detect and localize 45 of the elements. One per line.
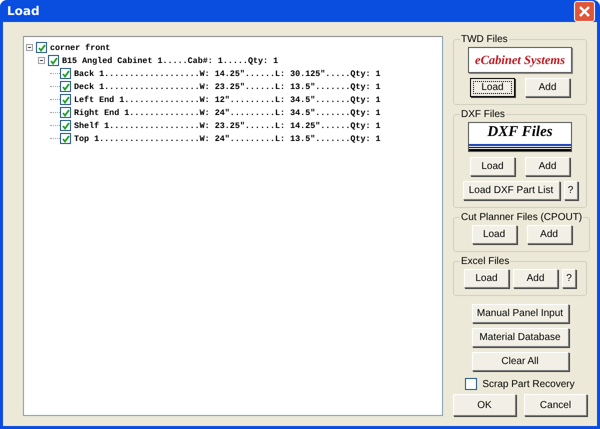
close-button[interactable] [574, 0, 595, 22]
button[interactable]: Manual Panel Input [472, 304, 568, 323]
button[interactable]: Add [525, 78, 570, 97]
button[interactable]: Load DXF Part List [462, 181, 560, 200]
checkbox[interactable] [48, 55, 59, 66]
checkbox[interactable] [60, 68, 71, 79]
tree-item[interactable]: Right End 1..............W: 24".........L: 34.5".......Qty: 1 [74, 108, 381, 118]
logo: DXF Files [468, 122, 572, 152]
checkbox[interactable] [465, 378, 478, 390]
button[interactable]: Load [470, 78, 515, 97]
tree-item[interactable]: Left End 1...............W: 12".........L: 34.5".......Qty: 1 [74, 94, 381, 104]
button[interactable]: Add [525, 157, 570, 176]
help-button[interactable]: ? [564, 181, 578, 200]
button[interactable]: Add [526, 225, 572, 244]
close-icon [578, 4, 591, 18]
checkbox[interactable] [60, 107, 71, 118]
group-title: Excel Files [460, 256, 510, 267]
button[interactable]: Load [470, 157, 515, 176]
button[interactable]: OK [453, 394, 516, 416]
window-title: Load [7, 4, 40, 18]
button[interactable]: Add [513, 269, 558, 288]
button[interactable]: Load [464, 269, 509, 288]
tree-item[interactable]: B15 Angled Cabinet 1.....Cab#: 1.....Qty: 1 [62, 56, 278, 66]
checkbox[interactable] [60, 120, 71, 131]
tree-item[interactable]: corner front [50, 42, 110, 52]
tree-item[interactable]: Back 1...................W: 14.25"......L: 30.125".....Qty: 1 [74, 68, 381, 78]
tree-item[interactable]: Deck 1...................W: 23.25"......L: 13.5".......Qty: 1 [74, 82, 381, 92]
checkbox[interactable] [60, 94, 71, 105]
button[interactable]: Material Database [472, 328, 568, 347]
group-title: TWD Files [460, 34, 509, 45]
group-title: Cut Planner Files (CPOUT) [460, 212, 584, 223]
expander-icon[interactable] [38, 57, 45, 64]
tree-item[interactable]: Top 1....................W: 24".........L: 13.5".......Qty: 1 [74, 134, 381, 144]
expander-icon[interactable] [26, 44, 33, 51]
checkbox[interactable] [60, 81, 71, 92]
help-button[interactable]: ? [562, 269, 576, 288]
checkbox-label: Scrap Part Recovery [482, 378, 575, 390]
checkbox[interactable] [60, 133, 71, 144]
button[interactable]: Clear All [472, 352, 568, 371]
group-title: DXF Files [460, 109, 506, 120]
button[interactable]: Load [472, 225, 517, 244]
button[interactable]: Cancel [524, 394, 587, 416]
checkbox[interactable] [36, 42, 47, 53]
tree-item[interactable]: Shelf 1..................W: 23.25"......L: 14.25"......Qty: 1 [74, 120, 381, 130]
logo: eCabinet Systems [468, 47, 572, 73]
